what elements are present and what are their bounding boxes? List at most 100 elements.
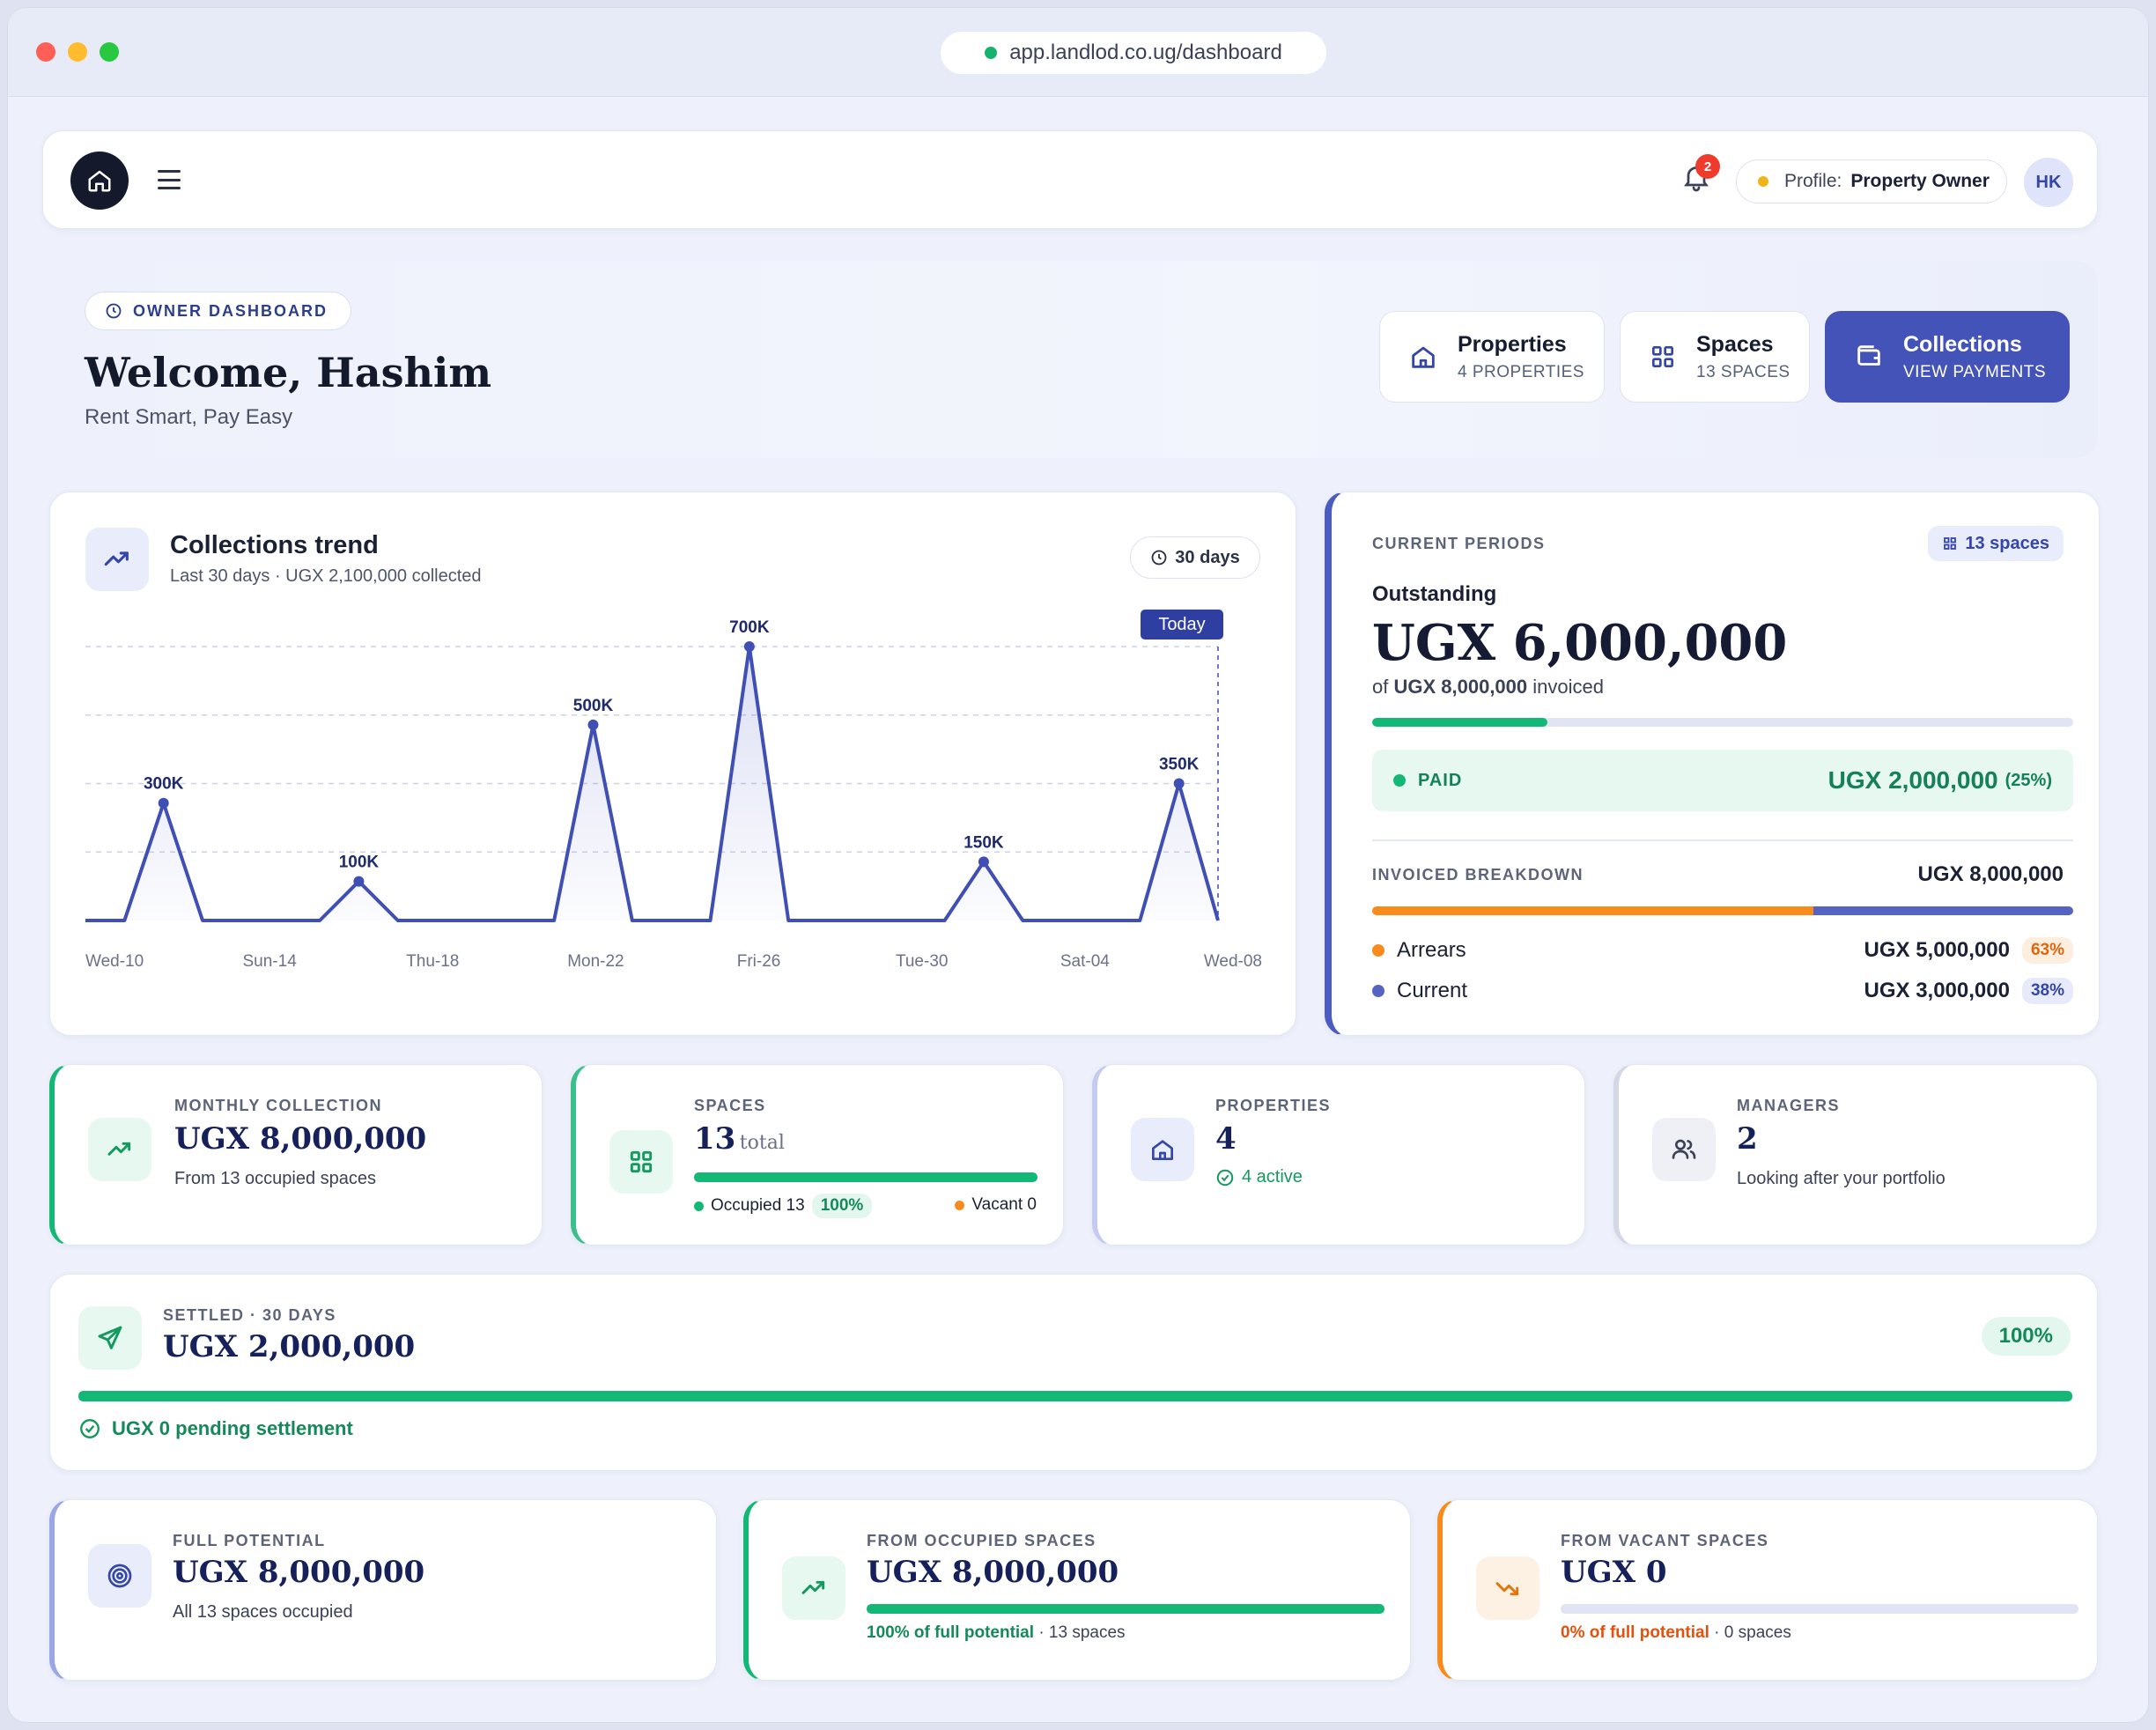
users-icon bbox=[1652, 1118, 1716, 1181]
target-icon bbox=[88, 1544, 151, 1608]
spaces-link-subtitle: 13 SPACES bbox=[1696, 362, 1791, 381]
close-window-button[interactable] bbox=[36, 42, 55, 62]
paid-banner: PAID UGX 2,000,000 (25%) bbox=[1372, 750, 2073, 811]
paid-progress-bar bbox=[1372, 718, 2073, 727]
potential-label: FROM VACANT SPACES bbox=[1561, 1532, 1769, 1549]
trend-down-icon bbox=[1476, 1556, 1539, 1620]
x-tick-label: Wed-08 bbox=[1204, 952, 1262, 971]
vacant-potential-card: FROM VACANT SPACES UGX 0 0% of full pote… bbox=[1437, 1499, 2098, 1681]
chart-point bbox=[353, 876, 365, 887]
vacant-legend: Vacant 0 bbox=[955, 1195, 1037, 1215]
profile-label: Profile: bbox=[1784, 171, 1842, 191]
pending-settlement: UGX 0 pending settlement bbox=[78, 1417, 353, 1440]
spaces-total: 13 total bbox=[694, 1121, 785, 1157]
x-tick-label: Mon-22 bbox=[567, 952, 624, 971]
occupied-text: Occupied 13 bbox=[711, 1196, 805, 1215]
secure-dot-icon bbox=[985, 47, 998, 59]
settled-bar bbox=[78, 1391, 2072, 1401]
spaces-card: SPACES 13 total Occupied 13 100% Vacant … bbox=[571, 1064, 1064, 1246]
properties-link-subtitle: 4 PROPERTIES bbox=[1458, 362, 1584, 381]
stat-sub: Looking after your portfolio bbox=[1737, 1169, 1946, 1188]
check-circle-icon bbox=[1216, 1169, 1234, 1186]
clock-icon bbox=[106, 303, 122, 319]
of-amount: UGX 8,000,000 bbox=[1393, 676, 1528, 698]
paid-dot-icon bbox=[1393, 774, 1406, 787]
pill-label: OWNER DASHBOARD bbox=[133, 301, 328, 320]
paid-label: PAID bbox=[1418, 770, 1463, 790]
breakdown-bar bbox=[1372, 906, 2073, 915]
data-label: 350K bbox=[1159, 756, 1200, 774]
spaces-chip: 13 spaces bbox=[1928, 526, 2064, 561]
profile-switcher[interactable]: Profile: Property Owner bbox=[1736, 159, 2007, 203]
vacant-potential-caption: 0% of full potential · 0 spaces bbox=[1561, 1623, 1791, 1643]
monthly-collection-card: MONTHLY COLLECTION UGX 8,000,000 From 13… bbox=[49, 1064, 543, 1246]
potential-value: UGX 8,000,000 bbox=[867, 1555, 1119, 1590]
arrears-dot-icon bbox=[1372, 944, 1384, 957]
stat-value: 13 bbox=[694, 1121, 736, 1157]
potential-sub: All 13 spaces occupied bbox=[173, 1602, 353, 1622]
paid-value: UGX 2,000,000 bbox=[1827, 766, 1998, 794]
chart-point bbox=[158, 797, 169, 809]
data-label: 500K bbox=[573, 697, 614, 715]
breakdown-label: INVOICED BREAKDOWN bbox=[1372, 866, 1584, 883]
potential-value: UGX 8,000,000 bbox=[173, 1555, 425, 1590]
stat-label: MANAGERS bbox=[1737, 1097, 1841, 1114]
breakdown-total: UGX 8,000,000 bbox=[1917, 862, 2064, 886]
occupied-potential-bar bbox=[867, 1604, 1384, 1614]
collections-trend-card: Collections trend Last 30 days · UGX 2,1… bbox=[49, 492, 1296, 1036]
potential-pct-text: 100% of full potential bbox=[867, 1623, 1035, 1642]
current-periods-card: CURRENT PERIODS 13 spaces Outstanding UG… bbox=[1325, 492, 2100, 1036]
vacant-text: Vacant 0 bbox=[971, 1195, 1037, 1214]
data-label: 100K bbox=[339, 854, 380, 872]
paid-pct: (25%) bbox=[2005, 770, 2052, 790]
properties-card: PROPERTIES 4 4 active bbox=[1092, 1064, 1585, 1246]
outstanding-label: Outstanding bbox=[1372, 582, 1497, 606]
outstanding-value: UGX 6,000,000 bbox=[1372, 614, 1788, 672]
current-dot-icon bbox=[1372, 985, 1384, 997]
stat-sub: 4 active bbox=[1242, 1167, 1303, 1187]
current-row: Current UGX 3,000,000 38% bbox=[1372, 973, 2073, 1009]
current-name: Current bbox=[1397, 979, 1468, 1002]
send-icon bbox=[78, 1306, 142, 1370]
minimize-window-button[interactable] bbox=[68, 42, 87, 62]
chart-point bbox=[587, 719, 599, 730]
home-logo-icon[interactable] bbox=[70, 152, 129, 210]
maximize-window-button[interactable] bbox=[100, 42, 119, 62]
check-circle-icon bbox=[80, 1419, 100, 1438]
potential-pct-text: 0% of full potential bbox=[1561, 1623, 1709, 1642]
stat-value: UGX 8,000,000 bbox=[174, 1121, 427, 1157]
x-tick-label: Wed-10 bbox=[85, 952, 144, 971]
stat-label: SPACES bbox=[694, 1097, 766, 1114]
occupied-pct: 100% bbox=[811, 1194, 873, 1218]
browser-titlebar: app.landlod.co.ug/dashboard bbox=[8, 8, 2148, 97]
arrears-row: Arrears UGX 5,000,000 63% bbox=[1372, 933, 2073, 968]
profile-value: Property Owner bbox=[1850, 171, 1990, 191]
menu-icon[interactable] bbox=[156, 166, 182, 193]
stat-value: 2 bbox=[1737, 1121, 1758, 1157]
avatar[interactable]: HK bbox=[2024, 158, 2073, 207]
trend-up-icon bbox=[88, 1118, 151, 1181]
managers-card: MANAGERS 2 Looking after your portfolio bbox=[1613, 1064, 2098, 1246]
properties-link-button[interactable]: Properties 4 PROPERTIES bbox=[1379, 311, 1605, 403]
current-periods-label: CURRENT PERIODS bbox=[1372, 535, 1546, 552]
wallet-icon bbox=[1857, 345, 1880, 366]
grid-icon bbox=[609, 1130, 673, 1194]
today-label: Today bbox=[1158, 615, 1205, 634]
potential-sub: · 0 spaces bbox=[1714, 1623, 1791, 1642]
pending-text: UGX 0 pending settlement bbox=[112, 1417, 353, 1439]
settled-label: SETTLED · 30 DAYS bbox=[163, 1306, 336, 1324]
data-label: 150K bbox=[964, 833, 1004, 852]
spaces-link-title: Spaces bbox=[1696, 331, 1774, 357]
address-bar[interactable]: app.landlod.co.ug/dashboard bbox=[941, 32, 1326, 74]
x-tick-label: Thu-18 bbox=[406, 952, 459, 971]
collections-link-button[interactable]: Collections VIEW PAYMENTS bbox=[1825, 311, 2070, 403]
collections-link-title: Collections bbox=[1903, 331, 2022, 357]
settled-card: SETTLED · 30 DAYS UGX 2,000,000 100% UGX… bbox=[49, 1274, 2098, 1471]
status-dot-icon bbox=[1758, 176, 1768, 187]
potential-label: FROM OCCUPIED SPACES bbox=[867, 1532, 1096, 1549]
stat-value-suffix: total bbox=[739, 1132, 785, 1154]
data-label: 700K bbox=[729, 618, 770, 637]
data-label: 300K bbox=[144, 775, 184, 794]
spaces-link-button[interactable]: Spaces 13 SPACES bbox=[1620, 311, 1810, 403]
trend-up-icon bbox=[782, 1556, 845, 1620]
